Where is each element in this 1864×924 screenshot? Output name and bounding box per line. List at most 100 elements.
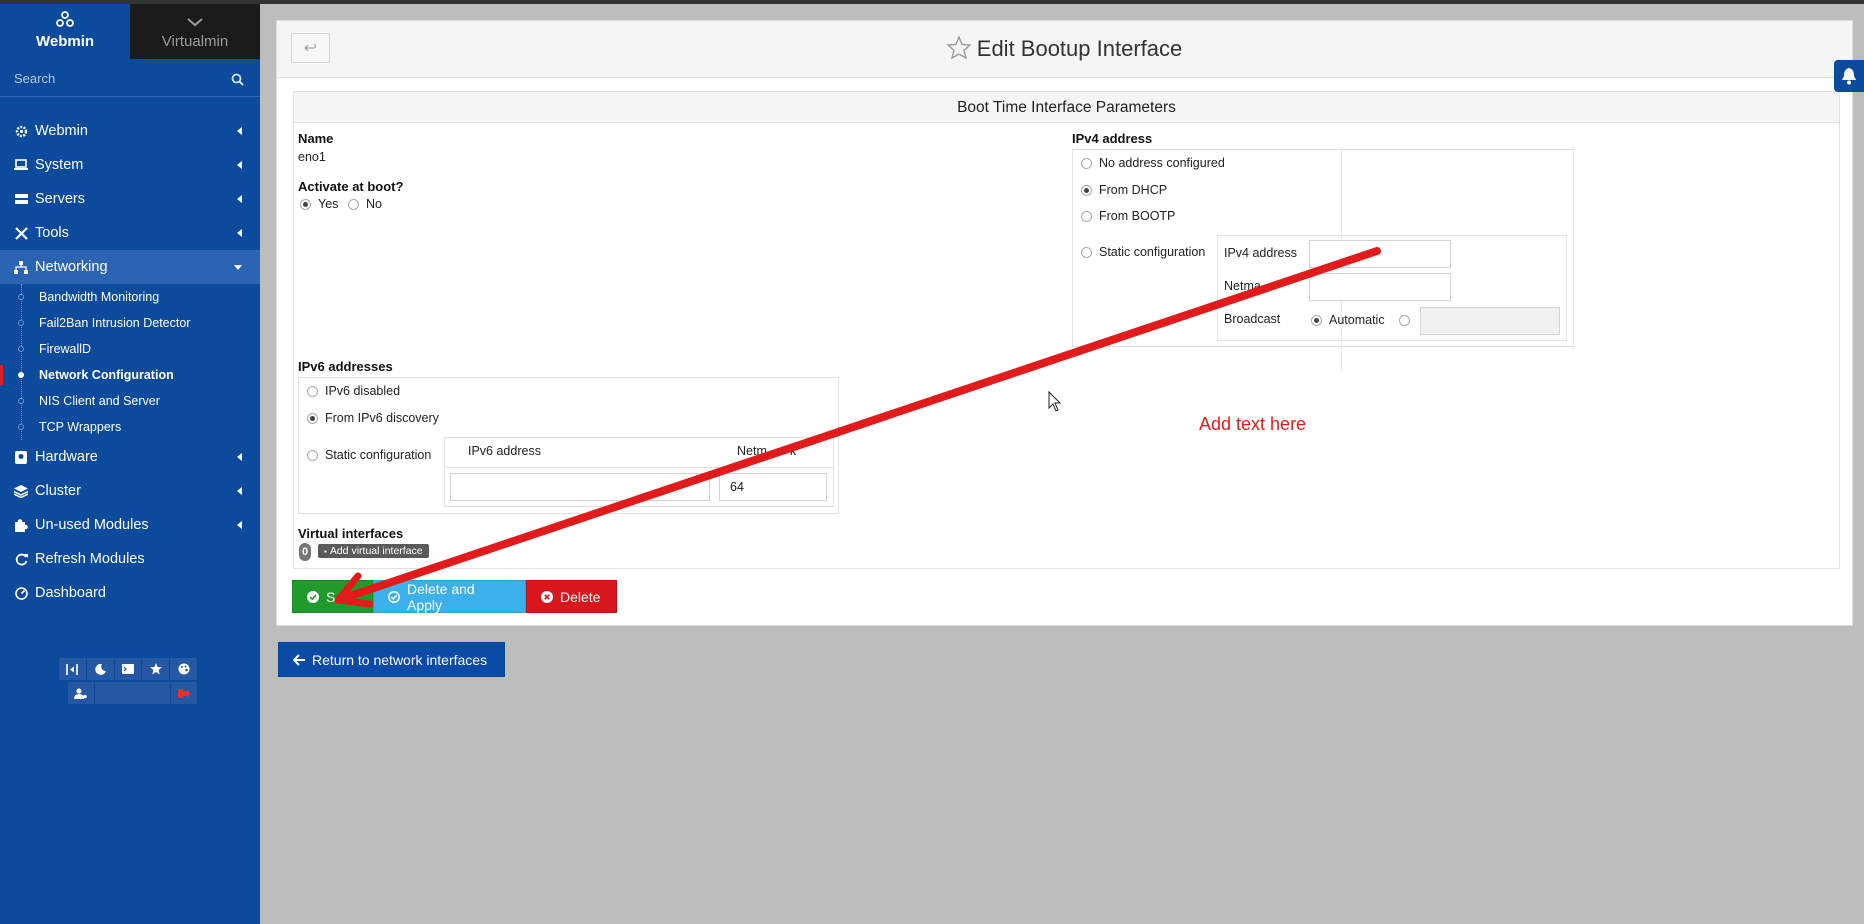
broadcast-automatic-radio[interactable]: [1311, 315, 1322, 326]
sidebar-item-network-configuration[interactable]: Network Configuration: [0, 362, 260, 388]
ipv4-bootp-radio[interactable]: [1081, 211, 1092, 222]
bullet-icon: [18, 372, 24, 378]
chevron-down-icon: [187, 18, 203, 27]
ipv4-none-radio[interactable]: [1081, 158, 1092, 169]
tab-virtualmin[interactable]: Virtualmin: [130, 4, 260, 59]
collapse-sidebar-button[interactable]: [59, 658, 86, 680]
return-to-network-interfaces-button[interactable]: Return to network interfaces: [278, 642, 505, 677]
sidebar-item-refresh-modules[interactable]: Refresh Modules: [0, 542, 260, 576]
logout-button[interactable]: [171, 682, 198, 704]
ipv4-netmask-input[interactable]: [1309, 273, 1451, 301]
ipv6-static-radio[interactable]: [307, 450, 318, 461]
gear-icon: [14, 124, 28, 138]
ipv6-address-input[interactable]: [450, 473, 710, 501]
sidebar-subitem-label: NIS Client and Server: [39, 394, 160, 408]
sidebar-item-nis[interactable]: NIS Client and Server: [0, 388, 260, 414]
sidebar-item-label: Refresh Modules: [35, 551, 145, 567]
ipv4-address-field-label: IPv4 address: [1224, 246, 1297, 260]
add-virtual-label: Add virtual interface: [329, 545, 423, 557]
ipv4-address-input[interactable]: [1309, 240, 1451, 268]
page-title-text: Edit Bootup Interface: [976, 36, 1183, 61]
webmin-logo-icon: [56, 11, 74, 27]
sidebar-item-system[interactable]: System: [0, 148, 260, 182]
tab-webmin-label: Webmin: [35, 33, 95, 50]
caret-left-icon: [237, 487, 242, 495]
sidebar: Webmin Virtualmin Webmin System Servers …: [0, 4, 260, 924]
name-label: Name: [298, 131, 334, 146]
ipv4-netmask-field-label: Netma: [1224, 279, 1261, 293]
sidebar-item-fail2ban[interactable]: Fail2Ban Intrusion Detector: [0, 310, 260, 336]
user-button[interactable]: [68, 682, 94, 704]
sidebar-item-servers[interactable]: Servers: [0, 182, 260, 216]
x-circle-icon: [541, 590, 553, 603]
add-virtual-interface-button[interactable]: ▪ Add virtual interface: [318, 544, 429, 558]
activate-no-radio[interactable]: [348, 199, 359, 210]
activate-no-label: No: [366, 197, 382, 211]
broadcast-manual-radio[interactable]: [1399, 315, 1410, 326]
hdd-icon: [14, 450, 28, 464]
sidebar-subitem-label: Network Configuration: [39, 368, 174, 382]
search-icon[interactable]: [231, 73, 244, 86]
ipv6-netmask-header-end: k: [789, 444, 797, 458]
ipv4-dhcp-radio[interactable]: [1081, 185, 1092, 196]
ipv6-netmask-header-start: Netm: [737, 444, 767, 458]
delete-button[interactable]: Delete: [526, 580, 617, 613]
sidebar-subitem-label: Bandwidth Monitoring: [39, 290, 160, 304]
broadcast-automatic-label: Automatic: [1329, 313, 1385, 327]
sidebar-item-networking[interactable]: Networking: [0, 250, 260, 284]
delete-and-apply-button[interactable]: Delete and Apply: [373, 580, 526, 613]
return-label: Return to network interfaces: [312, 651, 488, 668]
collapse-icon: [66, 663, 79, 675]
ipv4-static-radio[interactable]: [1081, 247, 1092, 258]
product-switcher: Webmin Virtualmin: [0, 4, 260, 59]
dashboard-icon: [14, 586, 28, 600]
ipv6-netmask-input[interactable]: 64: [719, 473, 827, 501]
sidebar-subitem-label: Fail2Ban Intrusion Detector: [39, 316, 191, 330]
check-circle-outline-icon: [388, 590, 400, 603]
servers-icon: [14, 192, 28, 206]
bullet-icon: [18, 398, 24, 404]
terminal-button[interactable]: [114, 658, 142, 680]
caret-left-icon: [237, 453, 242, 461]
save-label: S: [326, 588, 336, 605]
laptop-icon: [14, 158, 28, 172]
ipv6-discovery-radio[interactable]: [307, 413, 318, 424]
ipv6-disabled-label: IPv6 disabled: [325, 384, 401, 398]
ipv4-bootp-label: From BOOTP: [1099, 209, 1176, 223]
main-panel: ↩ Edit Bootup Interface Boot Time Interf…: [276, 20, 1853, 626]
sidebar-item-webmin[interactable]: Webmin: [0, 114, 260, 148]
moon-icon: [94, 663, 106, 675]
ipv4-static-label: Static configuration: [1099, 245, 1206, 259]
window-top-strip: [0, 0, 1864, 4]
notifications-button[interactable]: [1834, 60, 1864, 92]
sidebar-item-unused-modules[interactable]: Un-used Modules: [0, 508, 260, 542]
annotation-text: Add text here: [1199, 414, 1307, 434]
activate-yes-radio[interactable]: [300, 199, 311, 210]
caret-left-icon: [237, 229, 242, 237]
favorite-star-icon[interactable]: [946, 36, 971, 59]
theme-button[interactable]: [170, 658, 197, 680]
ipv6-disabled-radio[interactable]: [307, 386, 318, 397]
bullet-icon: [18, 294, 24, 300]
favorites-button[interactable]: [142, 658, 170, 680]
search-input[interactable]: [14, 71, 224, 86]
palette-icon: [178, 663, 190, 675]
page-title: Edit Bootup Interface: [277, 36, 1852, 62]
tab-webmin[interactable]: Webmin: [0, 4, 130, 59]
sidebar-item-label: Un-used Modules: [35, 517, 149, 533]
sidebar-item-bandwidth-monitoring[interactable]: Bandwidth Monitoring: [0, 284, 260, 310]
sidebar-item-dashboard[interactable]: Dashboard: [0, 576, 260, 610]
sidebar-item-tcp-wrappers[interactable]: TCP Wrappers: [0, 414, 260, 440]
sidebar-item-cluster[interactable]: Cluster: [0, 474, 260, 508]
sidebar-item-firewalld[interactable]: FirewallD: [0, 336, 260, 362]
night-mode-button[interactable]: [86, 658, 114, 680]
virtual-count-badge: 0: [299, 543, 311, 561]
broadcast-input[interactable]: [1420, 307, 1560, 335]
username-display: [94, 682, 171, 704]
ipv6-netmask-column-header: Netm k: [737, 444, 796, 458]
sidebar-item-hardware[interactable]: Hardware: [0, 440, 260, 474]
sidebar-item-tools[interactable]: Tools: [0, 216, 260, 250]
save-button[interactable]: S: [292, 580, 373, 613]
sidebar-item-label: Tools: [35, 225, 69, 241]
caret-left-icon: [237, 521, 242, 529]
